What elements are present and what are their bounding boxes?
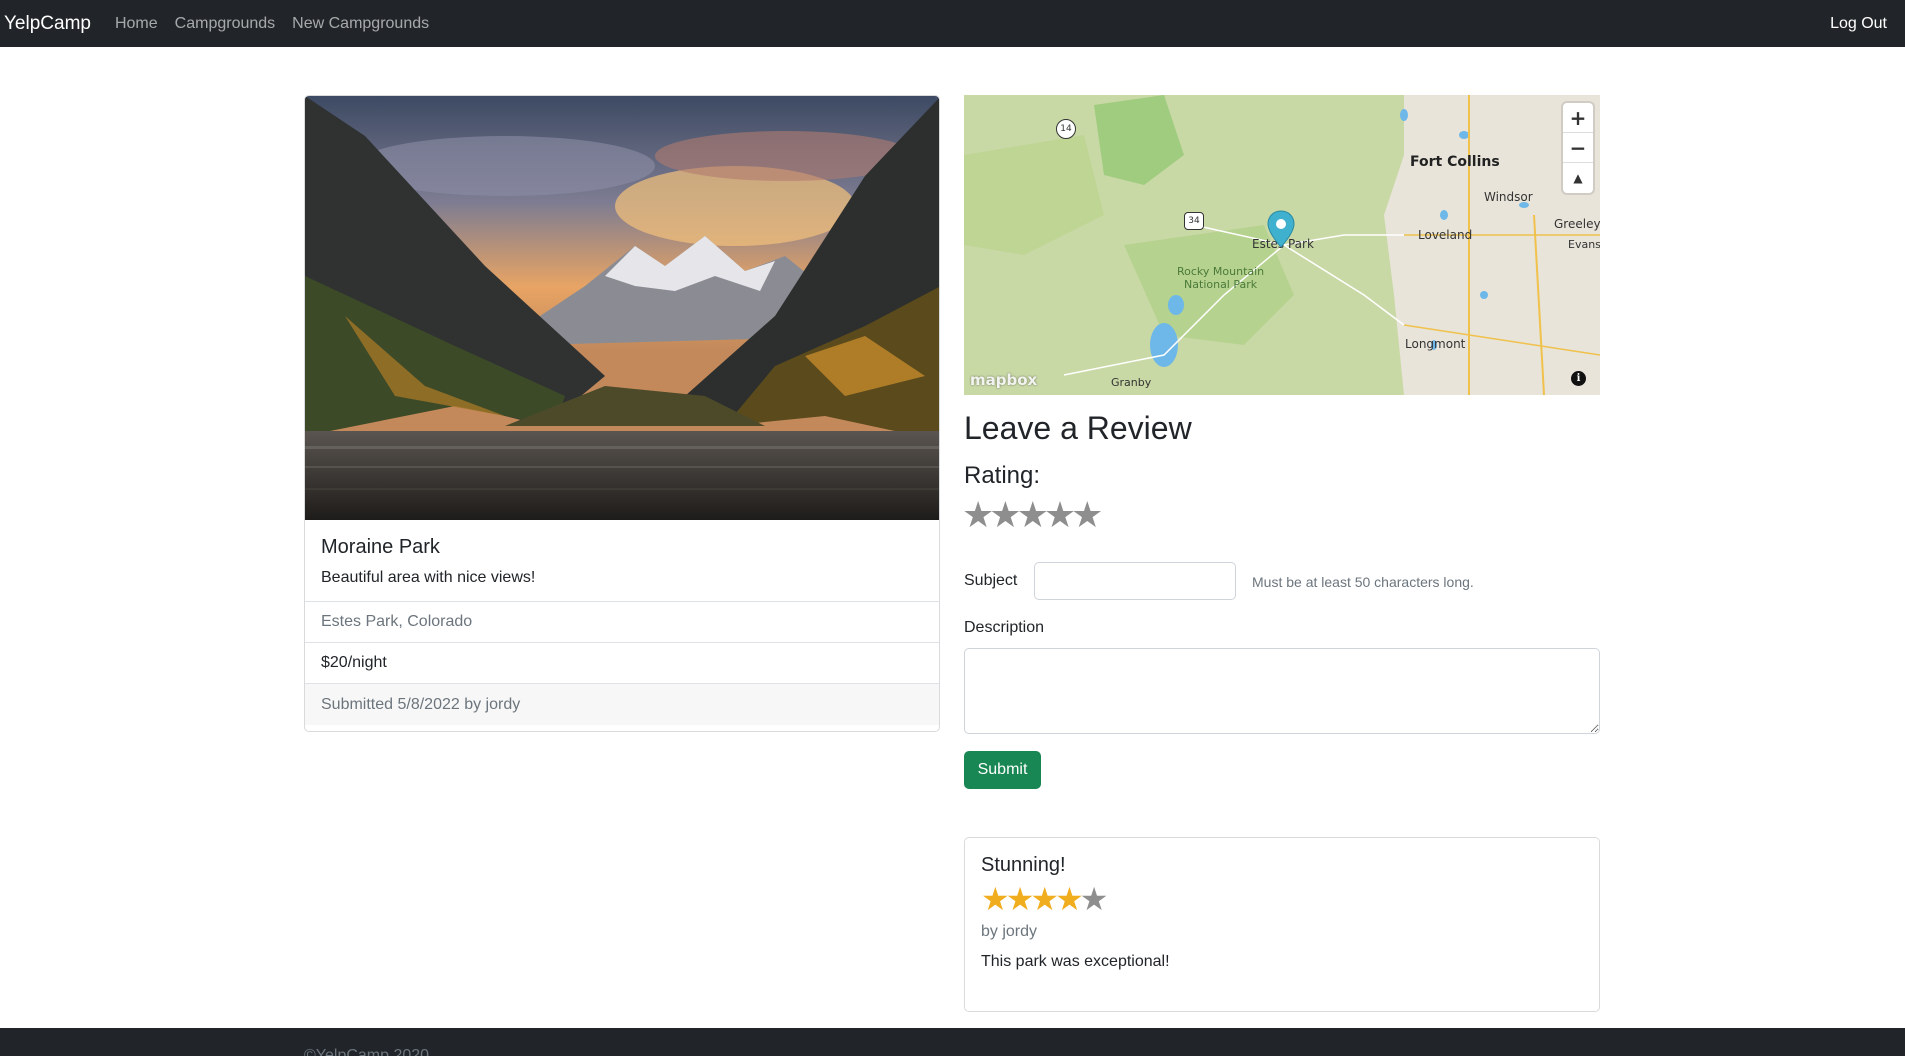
campground-card-body: Moraine Park Beautiful area with nice vi… <box>305 520 939 602</box>
route-34-shield-icon: 34 <box>1184 212 1204 230</box>
review-author: by jordy <box>981 923 1038 940</box>
rating-star-5[interactable]: ★ <box>1071 498 1103 534</box>
subject-help-text: Must be at least 50 characters long. <box>1252 574 1474 590</box>
map-label-evans: Evans <box>1568 238 1600 251</box>
map-marker-icon[interactable] <box>1267 210 1295 248</box>
brand-link[interactable]: YelpCamp <box>4 13 91 35</box>
map-label-loveland: Loveland <box>1418 228 1473 242</box>
map-label-granby: Granby <box>1111 376 1152 389</box>
map-zoom-controls: + − ▲ <box>1563 103 1593 193</box>
map-label-rmnp: Rocky Mountain National Park <box>1177 265 1264 291</box>
submit-button[interactable]: Submit <box>964 751 1041 789</box>
nav-link-new-campground[interactable]: New Campgrounds <box>292 15 429 33</box>
subject-input[interactable] <box>1034 562 1236 600</box>
campground-price: $20/night <box>305 643 939 684</box>
map-label-rmnp-line1: Rocky Mountain <box>1177 265 1265 278</box>
description-label: Description <box>964 619 1045 636</box>
map-label-longmont: Longmont <box>1405 337 1466 351</box>
navbar: YelpCamp Home Campgrounds New Campground… <box>0 0 1905 47</box>
map-label-fort-collins: Fort Collins <box>1410 154 1500 170</box>
campground-description: Beautiful area with nice views! <box>321 569 536 586</box>
compass-button[interactable]: ▲ <box>1563 163 1593 193</box>
leave-review-heading: Leave a Review <box>964 410 1192 446</box>
footer: ©YelpCamp 2020 <box>0 1028 1905 1056</box>
campground-title: Moraine Park <box>321 536 440 558</box>
zoom-out-button[interactable]: − <box>1563 133 1593 163</box>
review-card: Stunning! ★ ★ ★ ★ ★ by jordy This park w… <box>964 837 1600 1012</box>
campground-location: Estes Park, Colorado <box>305 602 939 643</box>
footer-copyright: ©YelpCamp 2020 <box>304 1047 430 1056</box>
review-title: Stunning! <box>981 854 1066 876</box>
rating-label: Rating: <box>964 462 1041 489</box>
map-label-rmnp-line2: National Park <box>1184 278 1258 291</box>
campground-card: Moraine Park Beautiful area with nice vi… <box>304 95 940 732</box>
rating-star-input[interactable]: ★ ★ ★ ★ ★ <box>962 498 1103 534</box>
review-star-5: ★ <box>1079 880 1109 918</box>
mapbox-logo[interactable]: mapbox <box>970 371 1037 389</box>
review-rating-stars: ★ ★ ★ ★ ★ <box>981 883 1583 915</box>
route-14-shield-icon: 14 <box>1056 119 1076 139</box>
campground-map[interactable]: Fort Collins Windsor Greeley Evans Lovel… <box>964 95 1600 395</box>
map-label-windsor: Windsor <box>1484 190 1533 204</box>
review-body: This park was exceptional! <box>981 953 1170 970</box>
description-textarea[interactable] <box>964 648 1600 734</box>
campground-image <box>305 96 939 520</box>
map-label-greeley: Greeley <box>1554 217 1600 231</box>
map-info-icon[interactable]: i <box>1571 371 1586 386</box>
nav-link-campgrounds[interactable]: Campgrounds <box>175 15 276 33</box>
zoom-in-button[interactable]: + <box>1563 103 1593 133</box>
logout-link[interactable]: Log Out <box>1830 15 1887 33</box>
nav-link-home[interactable]: Home <box>115 15 158 33</box>
subject-label: Subject <box>964 572 1018 589</box>
campground-submitted: Submitted 5/8/2022 by jordy <box>305 684 939 725</box>
